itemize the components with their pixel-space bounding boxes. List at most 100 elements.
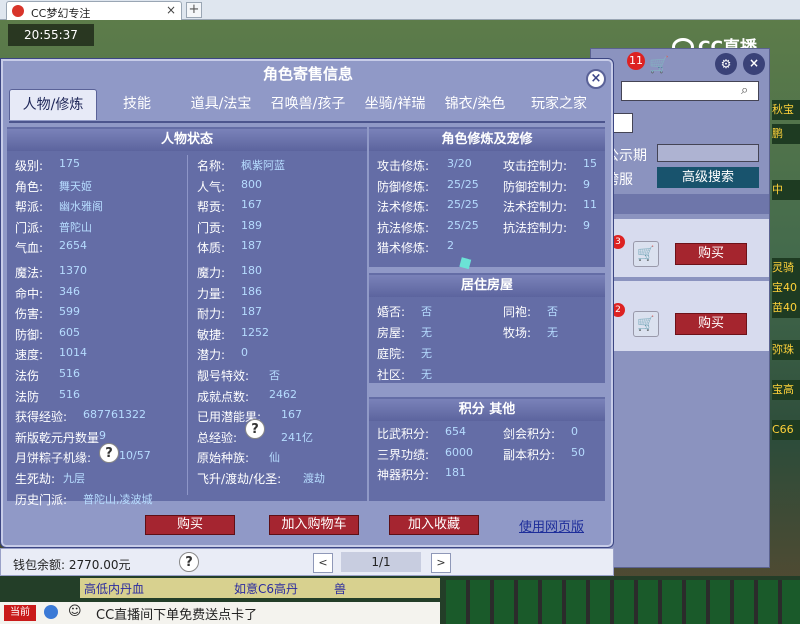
tab-close-icon[interactable]: × bbox=[166, 3, 176, 17]
add-to-cart-icon[interactable]: 🛒 bbox=[633, 311, 659, 337]
search-side-panel: 11 🛒 ⚙ × ⌕ 公示期 跨服 高级搜索 3 2 🛒 🛒 购买 购买 bbox=[590, 48, 770, 568]
stat-value: 1014 bbox=[59, 346, 87, 360]
stat-value: 187 bbox=[241, 305, 262, 319]
stat-value: 否 bbox=[269, 369, 280, 382]
tab-summons[interactable]: 召唤兽/孩子 bbox=[263, 89, 353, 120]
side-item[interactable]: 鹏 bbox=[772, 124, 800, 144]
notification-badge: 11 bbox=[627, 52, 645, 70]
browser-tab[interactable]: CC梦幻专注 × bbox=[6, 1, 182, 20]
search-icon[interactable]: ⌕ bbox=[741, 83, 748, 98]
stat-value: 9 bbox=[583, 218, 590, 232]
shop-item[interactable]: 如意C6高丹 bbox=[234, 580, 298, 597]
stat-label: 敏捷: bbox=[197, 327, 226, 342]
stat-value: 187 bbox=[241, 239, 262, 253]
stat-value: 800 bbox=[241, 177, 262, 191]
stat-label: 婚否: bbox=[377, 305, 406, 319]
mic-icon[interactable] bbox=[44, 605, 58, 619]
stat-value: 605 bbox=[59, 325, 80, 339]
buy-button[interactable]: 购买 bbox=[675, 313, 747, 335]
stat-value: 否 bbox=[547, 305, 558, 318]
prev-page-button[interactable]: < bbox=[313, 553, 333, 573]
skill-icon-bar[interactable] bbox=[446, 580, 800, 624]
side-item[interactable]: C66 bbox=[772, 420, 800, 440]
tab-home[interactable]: 玩家之家 bbox=[519, 89, 599, 120]
new-tab-button[interactable]: + bbox=[186, 2, 202, 18]
stat-label: 级别: bbox=[15, 159, 44, 173]
stat-label: 抗法控制力: bbox=[503, 220, 568, 235]
stat-label: 法术控制力: bbox=[503, 200, 568, 215]
stat-label: 法术修炼: bbox=[377, 200, 430, 215]
stat-value: 3/20 bbox=[447, 157, 472, 170]
shop-item[interactable]: 高低内丹血 bbox=[84, 580, 144, 597]
stat-value: 无 bbox=[547, 326, 558, 339]
page-indicator: 1/1 bbox=[341, 552, 421, 572]
wallet-help-icon[interactable]: ? bbox=[179, 552, 199, 572]
stat-value: 6000 bbox=[445, 445, 473, 459]
add-to-cart-icon[interactable]: 🛒 bbox=[633, 241, 659, 267]
side-item[interactable]: 苗40 bbox=[772, 298, 800, 318]
buy-button[interactable]: 购买 bbox=[675, 243, 747, 265]
side-item[interactable]: 宝高 bbox=[772, 380, 800, 400]
tab-mounts[interactable]: 坐骑/祥瑞 bbox=[353, 89, 437, 120]
stat-label: 防御: bbox=[15, 327, 44, 342]
settings-gear-icon[interactable]: ⚙ bbox=[715, 53, 737, 75]
stat-value: 无 bbox=[421, 326, 432, 339]
emoji-icon[interactable]: ☺ bbox=[68, 604, 82, 619]
stat-label: 副本积分: bbox=[503, 447, 556, 462]
stat-value: 2 bbox=[447, 239, 454, 253]
tab-items[interactable]: 道具/法宝 bbox=[179, 89, 263, 120]
stat-value: 枫紫阿蓝 bbox=[241, 159, 285, 172]
stat-value: 1370 bbox=[59, 264, 87, 277]
stat-value: 50 bbox=[571, 445, 585, 459]
stat-label: 总经验: bbox=[197, 430, 238, 445]
stat-label: 防御控制力: bbox=[503, 179, 568, 194]
stat-value: 普陀山 bbox=[59, 220, 92, 234]
stat-value: 无 bbox=[421, 368, 432, 381]
side-item[interactable]: 宝40 bbox=[772, 278, 800, 298]
announce-select[interactable] bbox=[657, 144, 759, 162]
stat-value: 25/25 bbox=[447, 218, 479, 232]
housing-header: 居住房屋 bbox=[369, 275, 605, 297]
side-item[interactable]: 弥珠宝 bbox=[772, 340, 800, 360]
stat-value: 0 bbox=[241, 346, 248, 360]
help-icon[interactable]: ? bbox=[99, 443, 119, 463]
stat-value: 9 bbox=[583, 177, 590, 191]
character-sale-dialog: 角色寄售信息 人物/修炼 技能 道具/法宝 召唤兽/孩子 坐骑/祥瑞 锦衣/染色… bbox=[0, 58, 614, 548]
stat-label: 门贡: bbox=[197, 220, 226, 235]
stat-value: 346 bbox=[59, 284, 80, 298]
chat-channel-badge[interactable]: 当前 bbox=[4, 605, 36, 621]
add-to-favorites-button[interactable]: 加入收藏 bbox=[389, 515, 479, 535]
stat-label: 房屋: bbox=[377, 326, 406, 340]
stat-label: 牧场: bbox=[503, 326, 532, 340]
stat-label: 新版乾元丹数量 bbox=[15, 430, 100, 445]
stat-label: 攻击修炼: bbox=[377, 159, 430, 173]
browser-tab-bar: CC梦幻专注 × + bbox=[0, 0, 800, 20]
buy-button[interactable]: 购买 bbox=[145, 515, 235, 535]
dialog-close-icon[interactable]: × bbox=[586, 69, 606, 89]
stat-label: 名称: bbox=[197, 159, 226, 173]
side-item[interactable]: 秋宝 bbox=[772, 100, 800, 120]
next-page-button[interactable]: > bbox=[431, 553, 451, 573]
character-status-header: 人物状态 bbox=[7, 129, 367, 151]
tab-character[interactable]: 人物/修炼 bbox=[9, 89, 97, 120]
stat-label: 月饼粽子机缘: bbox=[15, 451, 92, 466]
shop-item[interactable]: 兽 bbox=[334, 580, 346, 597]
help-icon[interactable]: ? bbox=[245, 419, 265, 439]
stat-value: 11 bbox=[583, 198, 597, 212]
web-version-link[interactable]: 使用网页版 bbox=[519, 516, 584, 535]
search-input[interactable] bbox=[621, 81, 759, 101]
stat-label: 速度: bbox=[15, 348, 44, 363]
stat-label: 伤害: bbox=[15, 307, 44, 322]
shopping-cart-icon[interactable]: 🛒 bbox=[649, 55, 669, 74]
tab-skills[interactable]: 技能 bbox=[101, 89, 173, 120]
close-icon[interactable]: × bbox=[743, 53, 765, 75]
side-item[interactable]: 灵骑 bbox=[772, 258, 800, 278]
advanced-search-button[interactable]: 高级搜索 bbox=[657, 167, 759, 188]
add-to-cart-button[interactable]: 加入购物车 bbox=[269, 515, 359, 535]
side-item[interactable]: 中 bbox=[772, 180, 800, 200]
stat-value: 幽水雅阁 bbox=[59, 200, 103, 214]
stat-value: 516 bbox=[59, 387, 80, 401]
stat-label: 法伤 bbox=[15, 369, 40, 383]
tab-outfits[interactable]: 锦衣/染色 bbox=[437, 89, 513, 120]
stat-label: 攻击控制力: bbox=[503, 159, 568, 173]
